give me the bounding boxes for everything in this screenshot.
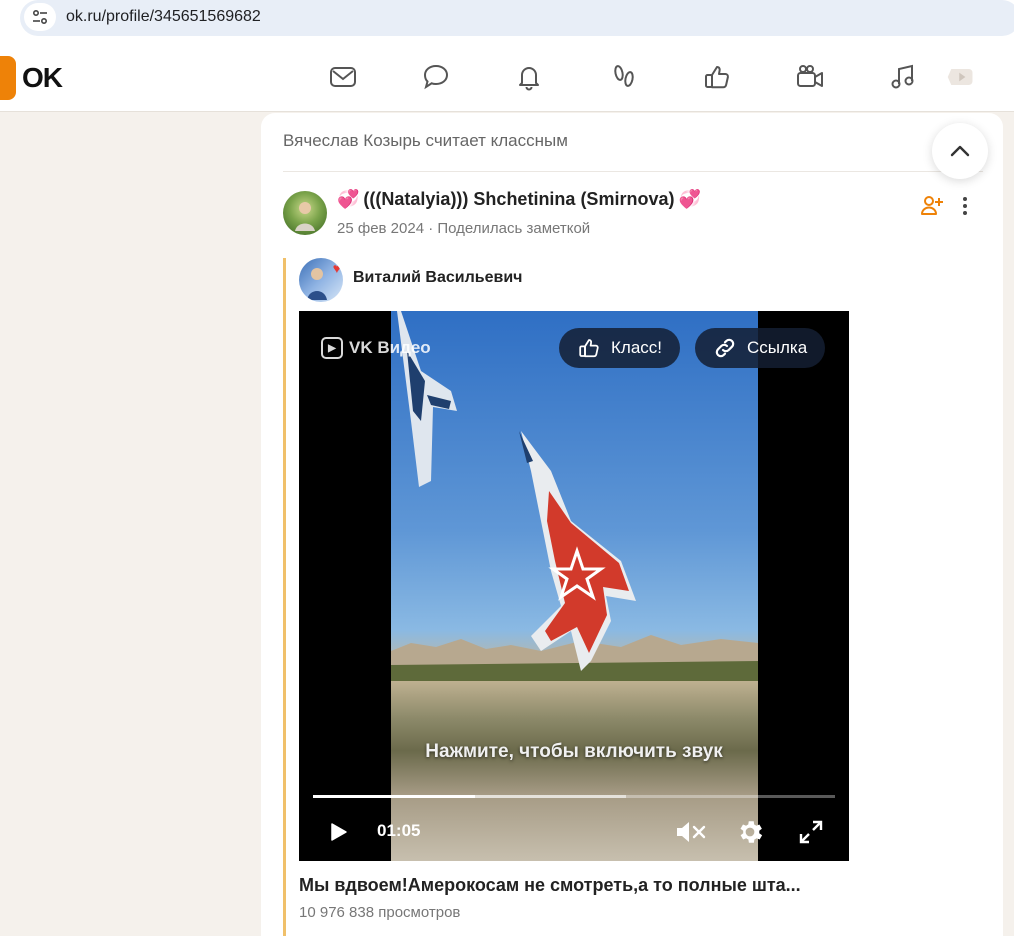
- video-views: 10 976 838 просмотров: [299, 904, 461, 921]
- add-friend-icon[interactable]: [919, 193, 945, 219]
- link-button-label: Ссылка: [747, 338, 808, 357]
- fullscreen-button[interactable]: [797, 817, 825, 847]
- post-action: Поделилась заметкой: [437, 220, 591, 237]
- progress-played: [313, 795, 475, 798]
- video-player[interactable]: ▶ VK Видео Класс! Ссылка Нажмите, чтобы …: [299, 311, 849, 861]
- play-square-icon: ▶: [321, 337, 343, 359]
- thumbs-up-icon[interactable]: [702, 62, 732, 92]
- video-camera-icon[interactable]: [795, 62, 825, 92]
- mute-button[interactable]: [673, 817, 709, 847]
- speaker-muted-icon: [677, 822, 706, 842]
- more-options-icon[interactable]: [955, 193, 975, 219]
- chevron-up-icon: [950, 145, 970, 157]
- hearts-emoji-icon: 💞: [678, 189, 701, 209]
- left-sidebar: [0, 113, 258, 936]
- site-header: OK: [0, 40, 1014, 112]
- meta-separator: ·: [428, 220, 438, 237]
- reshared-author-avatar[interactable]: ♥: [299, 258, 343, 302]
- divider: [283, 171, 983, 172]
- vk-video-label: VK Видео: [349, 338, 431, 357]
- author-avatar[interactable]: [283, 191, 327, 235]
- like-button-label: Класс!: [611, 338, 662, 357]
- video-play-icon[interactable]: [944, 62, 978, 92]
- play-button[interactable]: [325, 817, 351, 847]
- video-progress-bar[interactable]: [313, 795, 835, 798]
- post-author-name[interactable]: (((Natalyia))) Shchetinina (Smirnova): [363, 189, 674, 210]
- link-icon: [715, 338, 735, 358]
- feed-card: Вячеслав Козырь считает классным 💞 (((Na…: [261, 113, 1003, 936]
- post-date[interactable]: 25 фев 2024: [337, 220, 424, 237]
- video-frame: [391, 311, 758, 861]
- unmute-hint[interactable]: Нажмите, чтобы включить звук: [299, 741, 849, 763]
- activity-text[interactable]: Вячеслав Козырь считает классным: [283, 131, 568, 151]
- browser-address-bar: ok.ru/profile/345651569682: [0, 0, 1014, 40]
- vk-video-logo: ▶ VK Видео: [321, 337, 431, 359]
- like-button[interactable]: Класс!: [559, 328, 680, 368]
- music-icon[interactable]: [888, 62, 918, 92]
- gear-icon: [740, 821, 763, 843]
- fullscreen-icon: [799, 820, 823, 844]
- video-time: 01:05: [377, 821, 421, 840]
- reshared-author-name[interactable]: Виталий Васильевич: [353, 269, 522, 287]
- post-meta: 25 фев 2024 · Поделилась заметкой: [337, 220, 590, 237]
- thumbs-up-icon: [579, 339, 599, 358]
- chat-icon[interactable]: [421, 62, 451, 92]
- post-author[interactable]: 💞 (((Natalyia))) Shchetinina (Smirnova) …: [337, 189, 701, 210]
- ok-logo-icon[interactable]: [0, 56, 16, 100]
- mail-icon[interactable]: [328, 62, 358, 92]
- hearts-emoji-icon: 💞: [337, 189, 360, 209]
- play-icon: [331, 823, 347, 841]
- site-settings-icon[interactable]: [24, 3, 56, 31]
- reshare-quote-bar: [283, 258, 286, 936]
- ok-logo-text[interactable]: OK: [22, 62, 63, 94]
- footprints-icon[interactable]: [609, 62, 639, 92]
- link-button[interactable]: Ссылка: [695, 328, 826, 368]
- bell-icon[interactable]: [514, 62, 544, 92]
- settings-button[interactable]: [735, 817, 765, 847]
- scroll-to-top-button[interactable]: [932, 123, 988, 179]
- heart-icon: ♥: [332, 260, 341, 276]
- url-text[interactable]: ok.ru/profile/345651569682: [66, 8, 261, 26]
- video-title[interactable]: Мы вдвоем!Амерокосам не смотреть,а то по…: [299, 875, 859, 896]
